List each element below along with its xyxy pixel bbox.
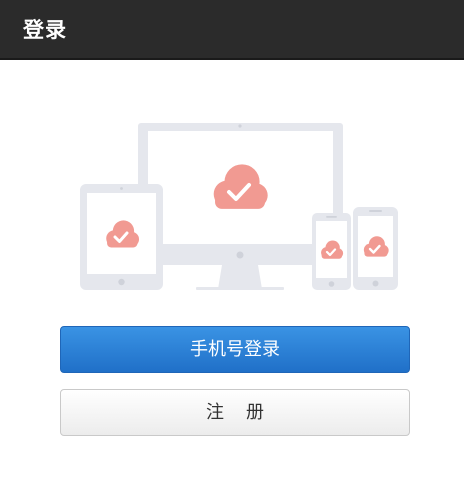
phone-login-button[interactable]: 手机号登录 bbox=[60, 326, 410, 373]
register-button[interactable]: 注册 bbox=[60, 389, 410, 436]
